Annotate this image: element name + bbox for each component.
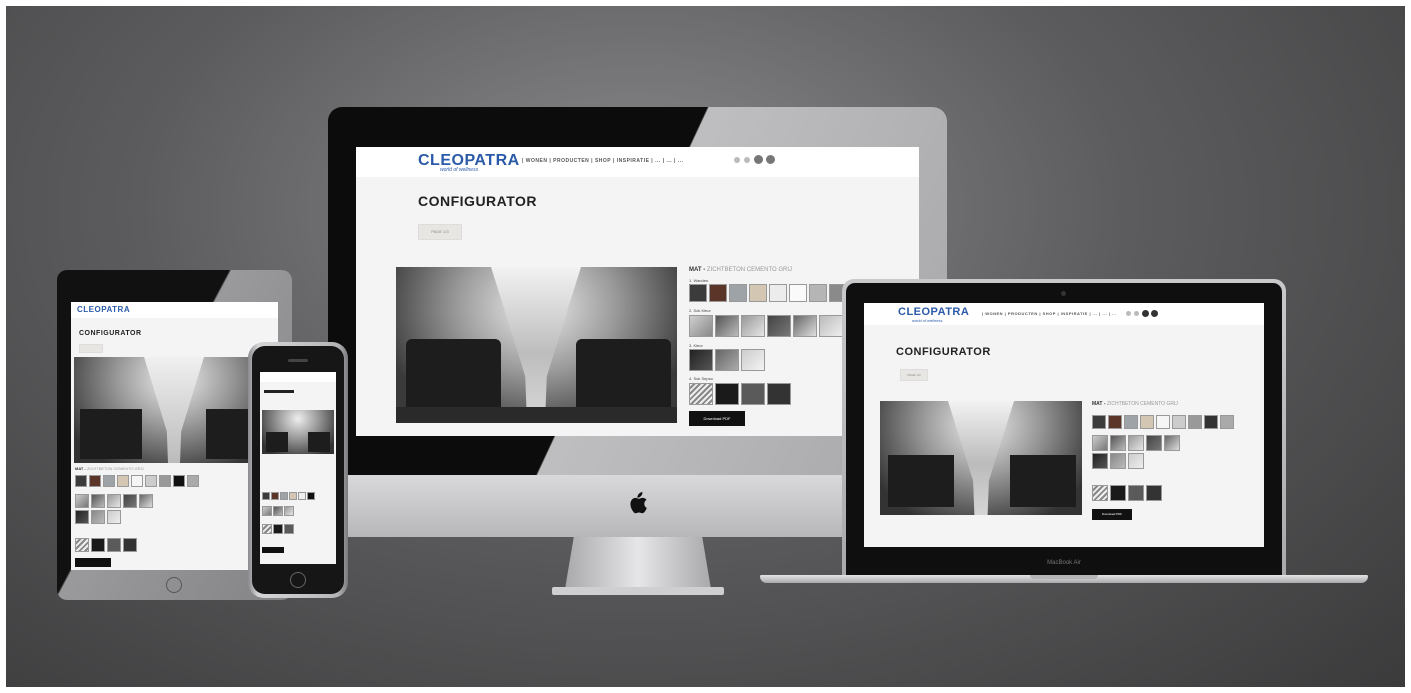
- imac-material-label: MAT - ZICHTBETON CEMENTO GRIJ: [689, 267, 793, 273]
- iphone-home-button[interactable]: [290, 572, 306, 588]
- ipad-swatches-row-1[interactable]: [75, 475, 215, 487]
- macbook-render-image: [880, 401, 1082, 515]
- macbook-swatches-row-1[interactable]: [1092, 415, 1262, 429]
- ipad-logo[interactable]: CLEOPATRA: [77, 305, 130, 314]
- ipad-page-title: CONFIGURATOR: [79, 330, 142, 337]
- imac-swatches-row-3[interactable]: [689, 349, 769, 371]
- ipad-screen: CLEOPATRA CONFIGURATOR MAT - ZICHTBETON …: [71, 302, 278, 570]
- iphone-speaker: [288, 359, 308, 362]
- macbook-swatches-row-2[interactable]: [1092, 435, 1232, 469]
- imac-logo-tagline: world of wellness: [440, 167, 479, 173]
- macbook: CLEOPATRA world of wellness | WONEN | PR…: [760, 279, 1368, 591]
- macbook-screen: CLEOPATRA world of wellness | WONEN | PR…: [864, 303, 1264, 547]
- macbook-page-title: CONFIGURATOR: [896, 346, 991, 358]
- macbook-brand-label: MacBook Air: [1047, 560, 1081, 566]
- ipad-swatches-row-2[interactable]: [75, 494, 185, 526]
- imac-section-2: 2. Sok Kleur: [689, 308, 711, 313]
- imac-section-3: 3. Kleur: [689, 343, 703, 348]
- ipad-render-image: [74, 357, 274, 463]
- imac-render-image: [396, 267, 677, 423]
- imac-nav[interactable]: | WONEN | PRODUCTEN | SHOP | INSPIRATIE …: [522, 158, 683, 164]
- imac-download-button[interactable]: Download PDF: [689, 411, 745, 426]
- ipad-page-pill[interactable]: [79, 344, 103, 353]
- macbook-material-label: MAT - ZICHTBETON CEMENTO GRIJ: [1092, 401, 1178, 407]
- macbook-page-pill[interactable]: PAGE 1/3: [900, 369, 928, 381]
- iphone: [248, 342, 348, 598]
- iphone-download-button[interactable]: [262, 547, 284, 553]
- imac-section-1: 1. Wanden: [689, 278, 709, 283]
- macbook-swatches-row-3[interactable]: [1092, 485, 1172, 501]
- imac-page-pill[interactable]: PAGE 1/3: [418, 224, 462, 240]
- iphone-swatches[interactable]: [262, 492, 334, 542]
- imac-stand: [565, 537, 711, 589]
- imac-section-4: 4. Sok Sepso: [689, 376, 713, 381]
- iphone-render-image: [262, 410, 334, 454]
- macbook-notch: [1030, 575, 1098, 579]
- macbook-download-button[interactable]: Download PDF: [1092, 509, 1132, 520]
- ipad-home-button[interactable]: [166, 577, 182, 593]
- ipad-material-label: MAT - ZICHTBETON CEMENTO GRIJ: [75, 466, 144, 471]
- macbook-logo[interactable]: CLEOPATRA: [898, 306, 969, 318]
- apple-logo-icon: [626, 490, 648, 516]
- imac-nav-icons: [734, 155, 794, 165]
- imac-foot: [552, 587, 724, 595]
- macbook-nav[interactable]: | WONEN | PRODUCTEN | SHOP | INSPIRATIE …: [982, 311, 1117, 316]
- iphone-screen: [260, 372, 336, 564]
- ipad-download-button[interactable]: [75, 558, 111, 567]
- macbook-nav-icons: [1126, 310, 1166, 318]
- macbook-logo-tagline: world of wellness: [912, 318, 943, 323]
- ipad-swatches-row-3[interactable]: [75, 538, 155, 552]
- macbook-camera-icon: [1061, 291, 1066, 296]
- imac-page-title: CONFIGURATOR: [418, 193, 538, 209]
